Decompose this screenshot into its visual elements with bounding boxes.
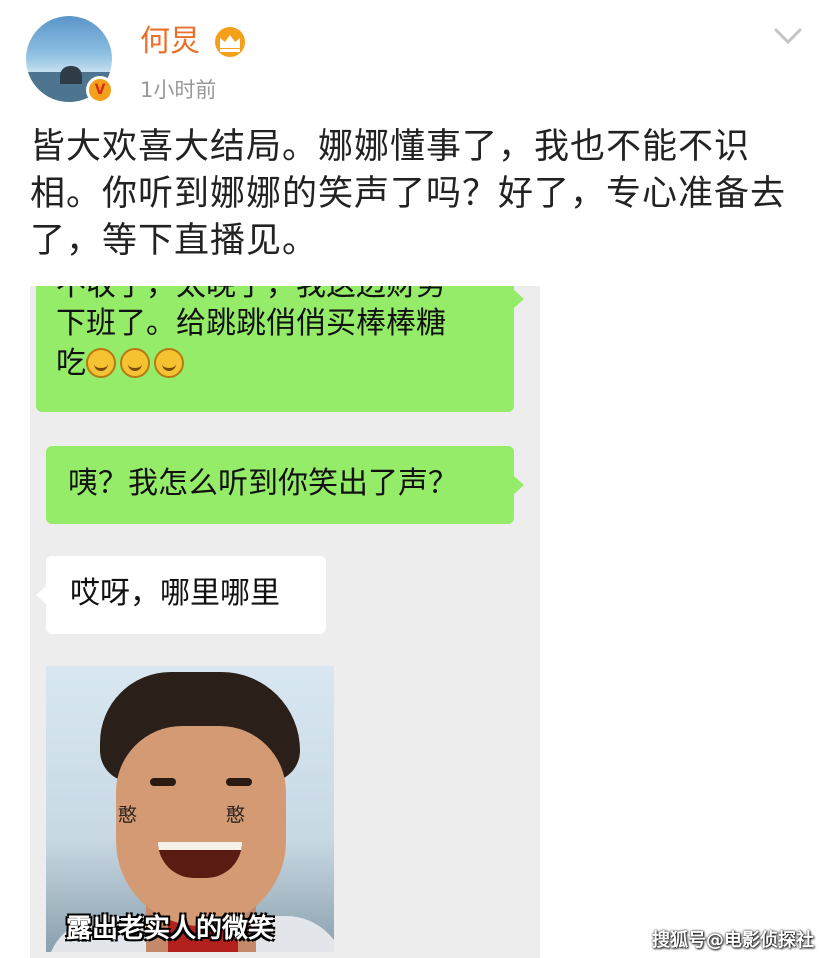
bubble-tail [514, 290, 524, 308]
chat-line: 吃 [56, 342, 188, 386]
post-text: 皆大欢喜大结局。娜娜懂事了，我也不能不识相。你听到娜娜的笑声了吗？好了，专心准备… [30, 127, 787, 261]
chat-bubble-outgoing: 不收了，太晚了，我这边财务 下班了。给跳跳俏俏买棒棒糖 吃 [36, 286, 514, 412]
meme-image[interactable]: 憨 憨 露出老实人的微笑 [46, 666, 334, 952]
verified-icon: V [86, 76, 114, 104]
chat-screenshot[interactable]: 不收了，太晚了，我这边财务 下班了。给跳跳俏俏买棒棒糖 吃 咦？我怎么听到你笑出… [30, 286, 540, 958]
smile-emoji-icon [86, 348, 116, 378]
bubble-tail [36, 586, 46, 604]
smile-emoji-icon [120, 348, 150, 378]
chat-line-text: 吃 [56, 346, 86, 381]
watermark: 搜狐号@电影侦探社 [652, 930, 814, 951]
meme-eye [226, 778, 252, 786]
meme-cheek-text: 憨 [118, 804, 138, 826]
meme-cheek-text: 憨 [226, 804, 246, 826]
meme-caption: 露出老实人的微笑 [66, 914, 275, 944]
chat-bubble-incoming: 哎呀，哪里哪里 [46, 556, 326, 634]
chevron-down-icon[interactable] [772, 24, 804, 48]
meme-face [116, 726, 286, 926]
chat-bubble-outgoing: 咦？我怎么听到你笑出了声？ [46, 446, 514, 524]
crown-icon [215, 27, 245, 57]
avatar-figure [60, 66, 82, 84]
meme-eye [150, 778, 176, 786]
chat-line: 下班了。给跳跳俏俏买棒棒糖 [56, 306, 446, 341]
post-timestamp: 1小时前 [140, 78, 217, 102]
smile-emoji-icon [154, 348, 184, 378]
username[interactable]: 何炅 [140, 22, 200, 62]
bubble-tail [514, 476, 524, 494]
